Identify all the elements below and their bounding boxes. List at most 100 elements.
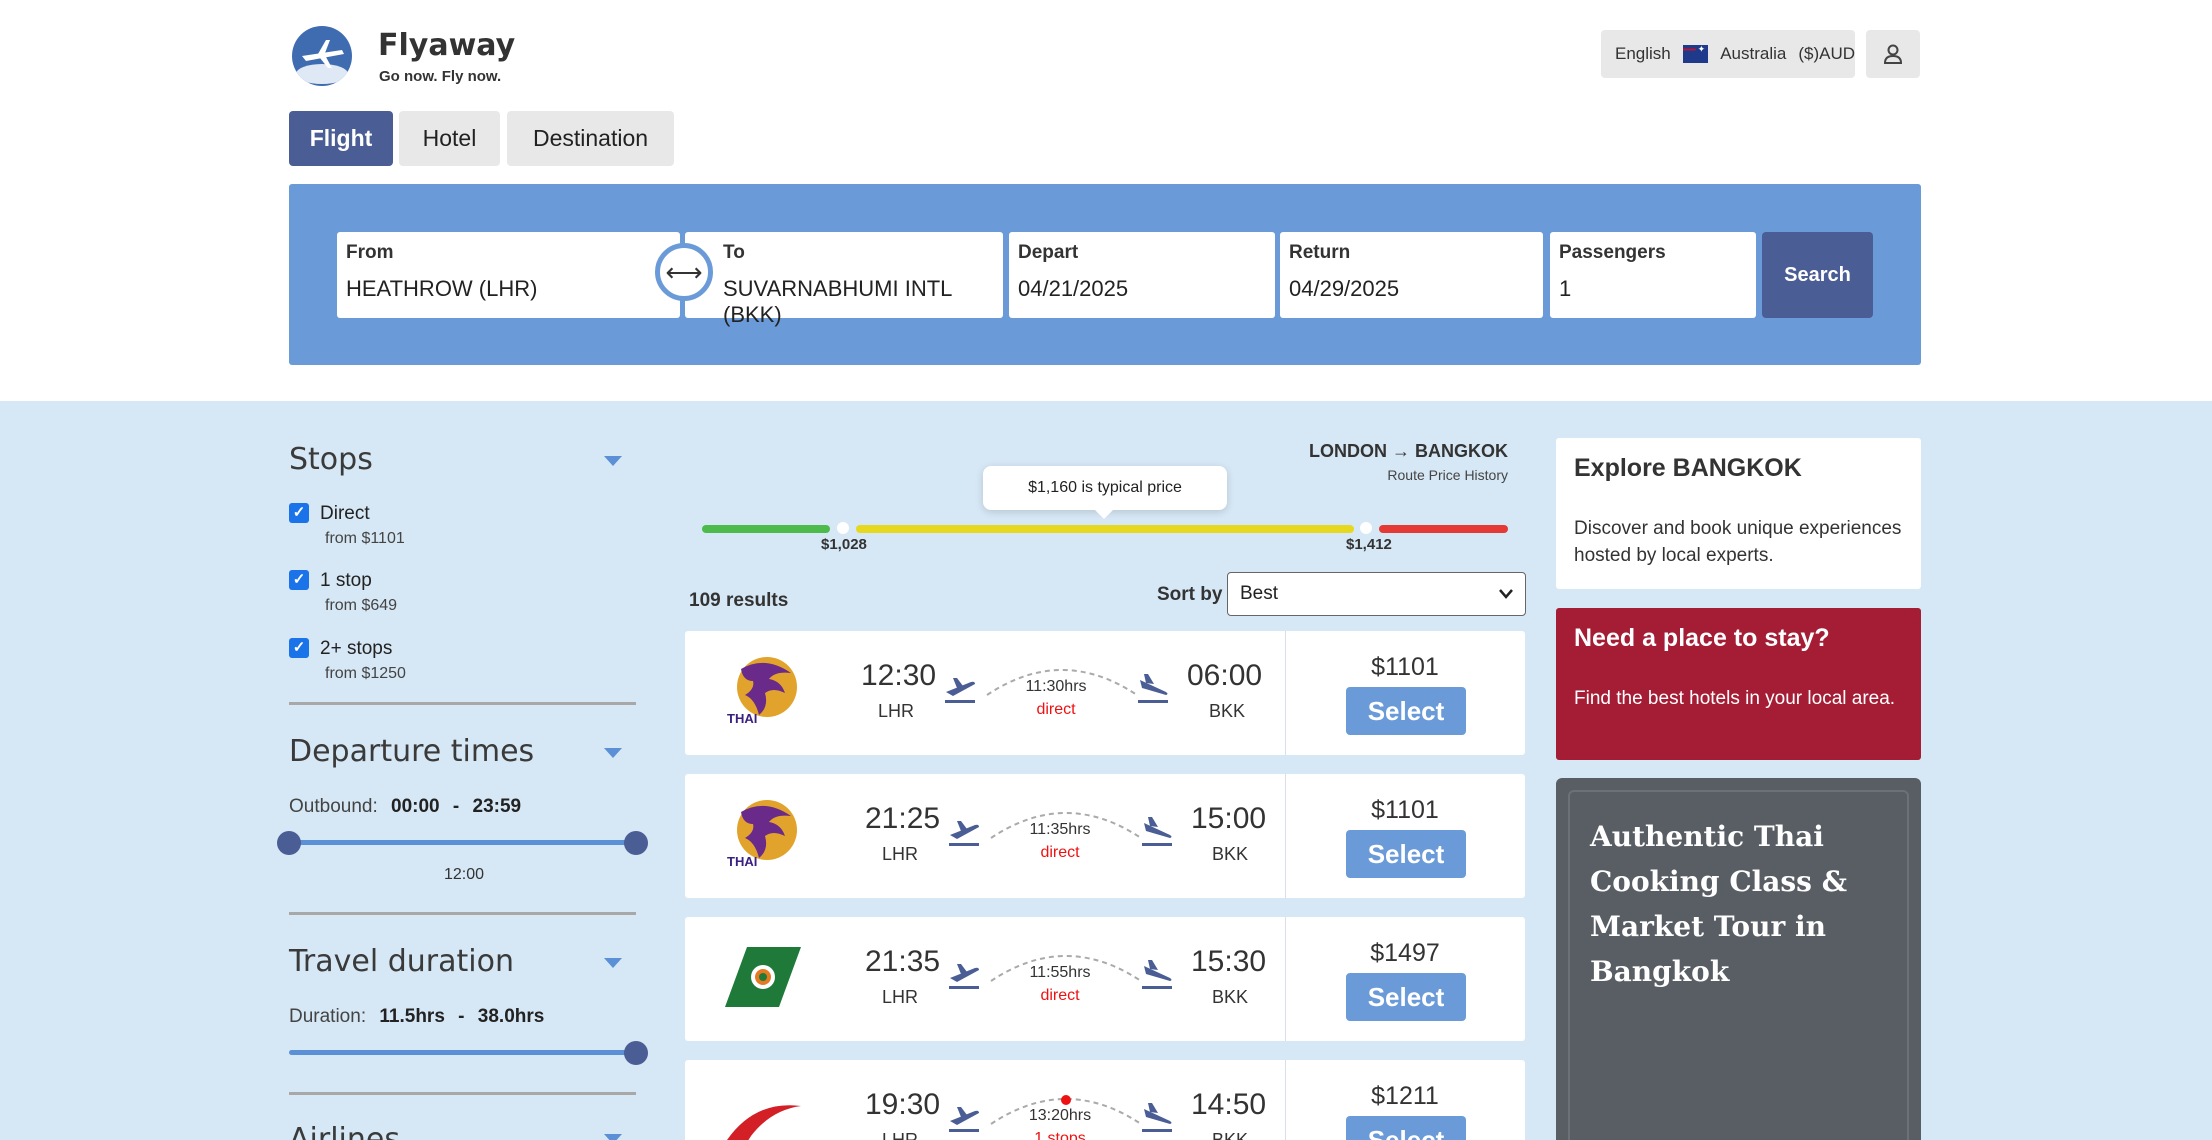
price-high-label: $1,412 [1346, 536, 1392, 553]
arrive-time: 06:00 [1187, 659, 1263, 692]
direct-checkbox[interactable]: ✓ [289, 503, 309, 523]
chevron-down-icon[interactable] [604, 456, 622, 466]
to-label: To [723, 242, 745, 263]
depart-time: 21:25 [865, 802, 941, 835]
outbound-from: 00:00 [391, 796, 440, 817]
depart-airport: LHR [882, 987, 919, 1007]
arrive-airport: BKK [1212, 987, 1249, 1007]
results-count: 109 results [689, 590, 789, 611]
one-stop-from-price: from $649 [325, 597, 398, 614]
select-flight-button[interactable]: Select [1346, 973, 1466, 1021]
passengers-value: 1 [1559, 276, 1572, 301]
duration-from: 11.5hrs [379, 1006, 445, 1027]
depart-value: 04/21/2025 [1018, 276, 1129, 301]
flight-card[interactable]: THAI 12:30 LHR 11:30hrs direct 06:00 BKK… [685, 631, 1525, 755]
card-separator [1285, 631, 1286, 755]
depart-label: Depart [1018, 242, 1079, 263]
two-plus-stops-checkbox[interactable]: ✓ [289, 638, 309, 658]
depart-time: 12:30 [861, 659, 937, 692]
hotel-promo-card[interactable]: Need a place to stay? Find the best hote… [1556, 608, 1921, 760]
direct-label: Direct [320, 503, 370, 524]
swap-airports-button[interactable]: ⟷ [655, 243, 713, 301]
chevron-down-icon[interactable] [604, 958, 622, 968]
brand-name: Flyaway [378, 28, 516, 63]
duration-slider-handle[interactable] [624, 1041, 648, 1065]
australia-flag-icon [1682, 45, 1709, 63]
duration-to: 38.0hrs [477, 1006, 545, 1027]
experience-title: Authentic Thai Cooking Class & Market To… [1590, 820, 1847, 988]
chevron-down-icon [1499, 589, 1513, 599]
stops-filter-title: Stops [289, 442, 373, 477]
departure-slider-track[interactable] [289, 840, 636, 845]
takeoff-icon [949, 821, 979, 846]
duration-label: Duration: [289, 1006, 367, 1027]
explore-title: Explore BANGKOK [1574, 454, 1802, 482]
depart-airport: LHR [882, 844, 919, 864]
sort-label: Sort by [1157, 584, 1223, 605]
tab-hotel[interactable]: Hotel [399, 111, 500, 166]
experience-promo-card[interactable]: Authentic Thai Cooking Class & Market To… [1556, 778, 1921, 1140]
brand-tagline: Go now. Fly now. [379, 68, 502, 85]
flight-duration: 13:20hrs [1028, 1107, 1092, 1124]
chevron-down-icon[interactable] [604, 1134, 622, 1140]
flight-duration: 11:30hrs [1025, 678, 1087, 695]
divider [289, 1092, 636, 1095]
flight-card[interactable]: THAI 21:25 LHR 11:35hrs direct 15:00 BKK… [685, 774, 1525, 898]
swap-icon: ⟷ [665, 256, 703, 287]
flight-price: $1497 [1370, 939, 1440, 967]
tab-flight[interactable]: Flight [289, 111, 393, 166]
language-label: English [1615, 44, 1671, 63]
locale-selector[interactable]: English Australia ($)AUD [1601, 30, 1855, 78]
select-flight-button[interactable]: Select [1346, 1116, 1466, 1140]
stay-title: Need a place to stay? [1574, 624, 1830, 652]
depart-airport: LHR [882, 1130, 919, 1140]
austrian-airlines-logo-icon [727, 1105, 801, 1140]
return-value: 04/29/2025 [1289, 276, 1400, 301]
duration-range: Duration: 11.5hrs - 38.0hrs [289, 1006, 544, 1028]
outbound-dash: - [452, 796, 460, 817]
passengers-label: Passengers [1559, 242, 1666, 263]
to-field[interactable]: To SUVARNABHUMI INTL (BKK) [685, 232, 1003, 327]
region-label: Australia [1720, 44, 1787, 63]
depart-field[interactable]: Depart 04/21/2025 [1009, 232, 1275, 318]
one-stop-label: 1 stop [320, 570, 372, 591]
user-icon [1883, 44, 1903, 64]
sort-select[interactable]: Best [1227, 572, 1526, 616]
passengers-field[interactable]: Passengers 1 [1550, 232, 1756, 318]
flight-card[interactable]: 21:35 LHR 11:55hrs direct 15:30 BKK $149… [685, 917, 1525, 1041]
takeoff-icon [945, 678, 975, 703]
route-price-history-label: Route Price History [1387, 467, 1508, 483]
chevron-down-icon[interactable] [604, 748, 622, 758]
duration-filter-title: Travel duration [289, 944, 514, 979]
from-field[interactable]: From HEATHROW (LHR) [337, 232, 680, 318]
typical-price-tooltip: $1,160 is typical price [983, 466, 1227, 519]
one-stop-checkbox[interactable]: ✓ [289, 570, 309, 590]
user-account-button[interactable] [1866, 30, 1920, 78]
return-label: Return [1289, 242, 1351, 263]
outbound-label: Outbound: [289, 796, 378, 817]
outbound-to: 23:59 [472, 796, 522, 817]
arrive-airport: BKK [1212, 1130, 1249, 1140]
card-separator [1285, 774, 1286, 898]
tab-destination[interactable]: Destination [507, 111, 674, 166]
select-flight-button[interactable]: Select [1346, 830, 1466, 878]
price-low-label: $1,028 [821, 536, 867, 553]
arrive-time: 15:30 [1191, 945, 1267, 978]
to-value: SUVARNABHUMI INTL (BKK) [723, 276, 952, 327]
departure-slider-min-handle[interactable] [277, 831, 301, 855]
brand-logo[interactable] [292, 26, 352, 86]
price-typical-segment [856, 525, 1354, 533]
explore-card[interactable]: Explore BANGKOK Discover and book unique… [1556, 438, 1921, 589]
flight-price: $1101 [1371, 653, 1439, 681]
select-flight-button[interactable]: Select [1346, 687, 1466, 735]
flight-card[interactable]: 19:30 LHR 13:20hrs 1 stops 14:50 BKK $12… [685, 1060, 1525, 1140]
duration-slider-track[interactable] [289, 1050, 636, 1055]
card-separator [1285, 917, 1286, 1041]
landing-icon [1142, 960, 1172, 989]
departure-slider-max-handle[interactable] [624, 831, 648, 855]
arrive-time: 15:00 [1191, 802, 1267, 835]
search-button[interactable]: Search [1762, 232, 1873, 318]
return-field[interactable]: Return 04/29/2025 [1280, 232, 1543, 318]
flight-duration: 11:35hrs [1029, 821, 1091, 838]
arrive-airport: BKK [1209, 701, 1246, 721]
